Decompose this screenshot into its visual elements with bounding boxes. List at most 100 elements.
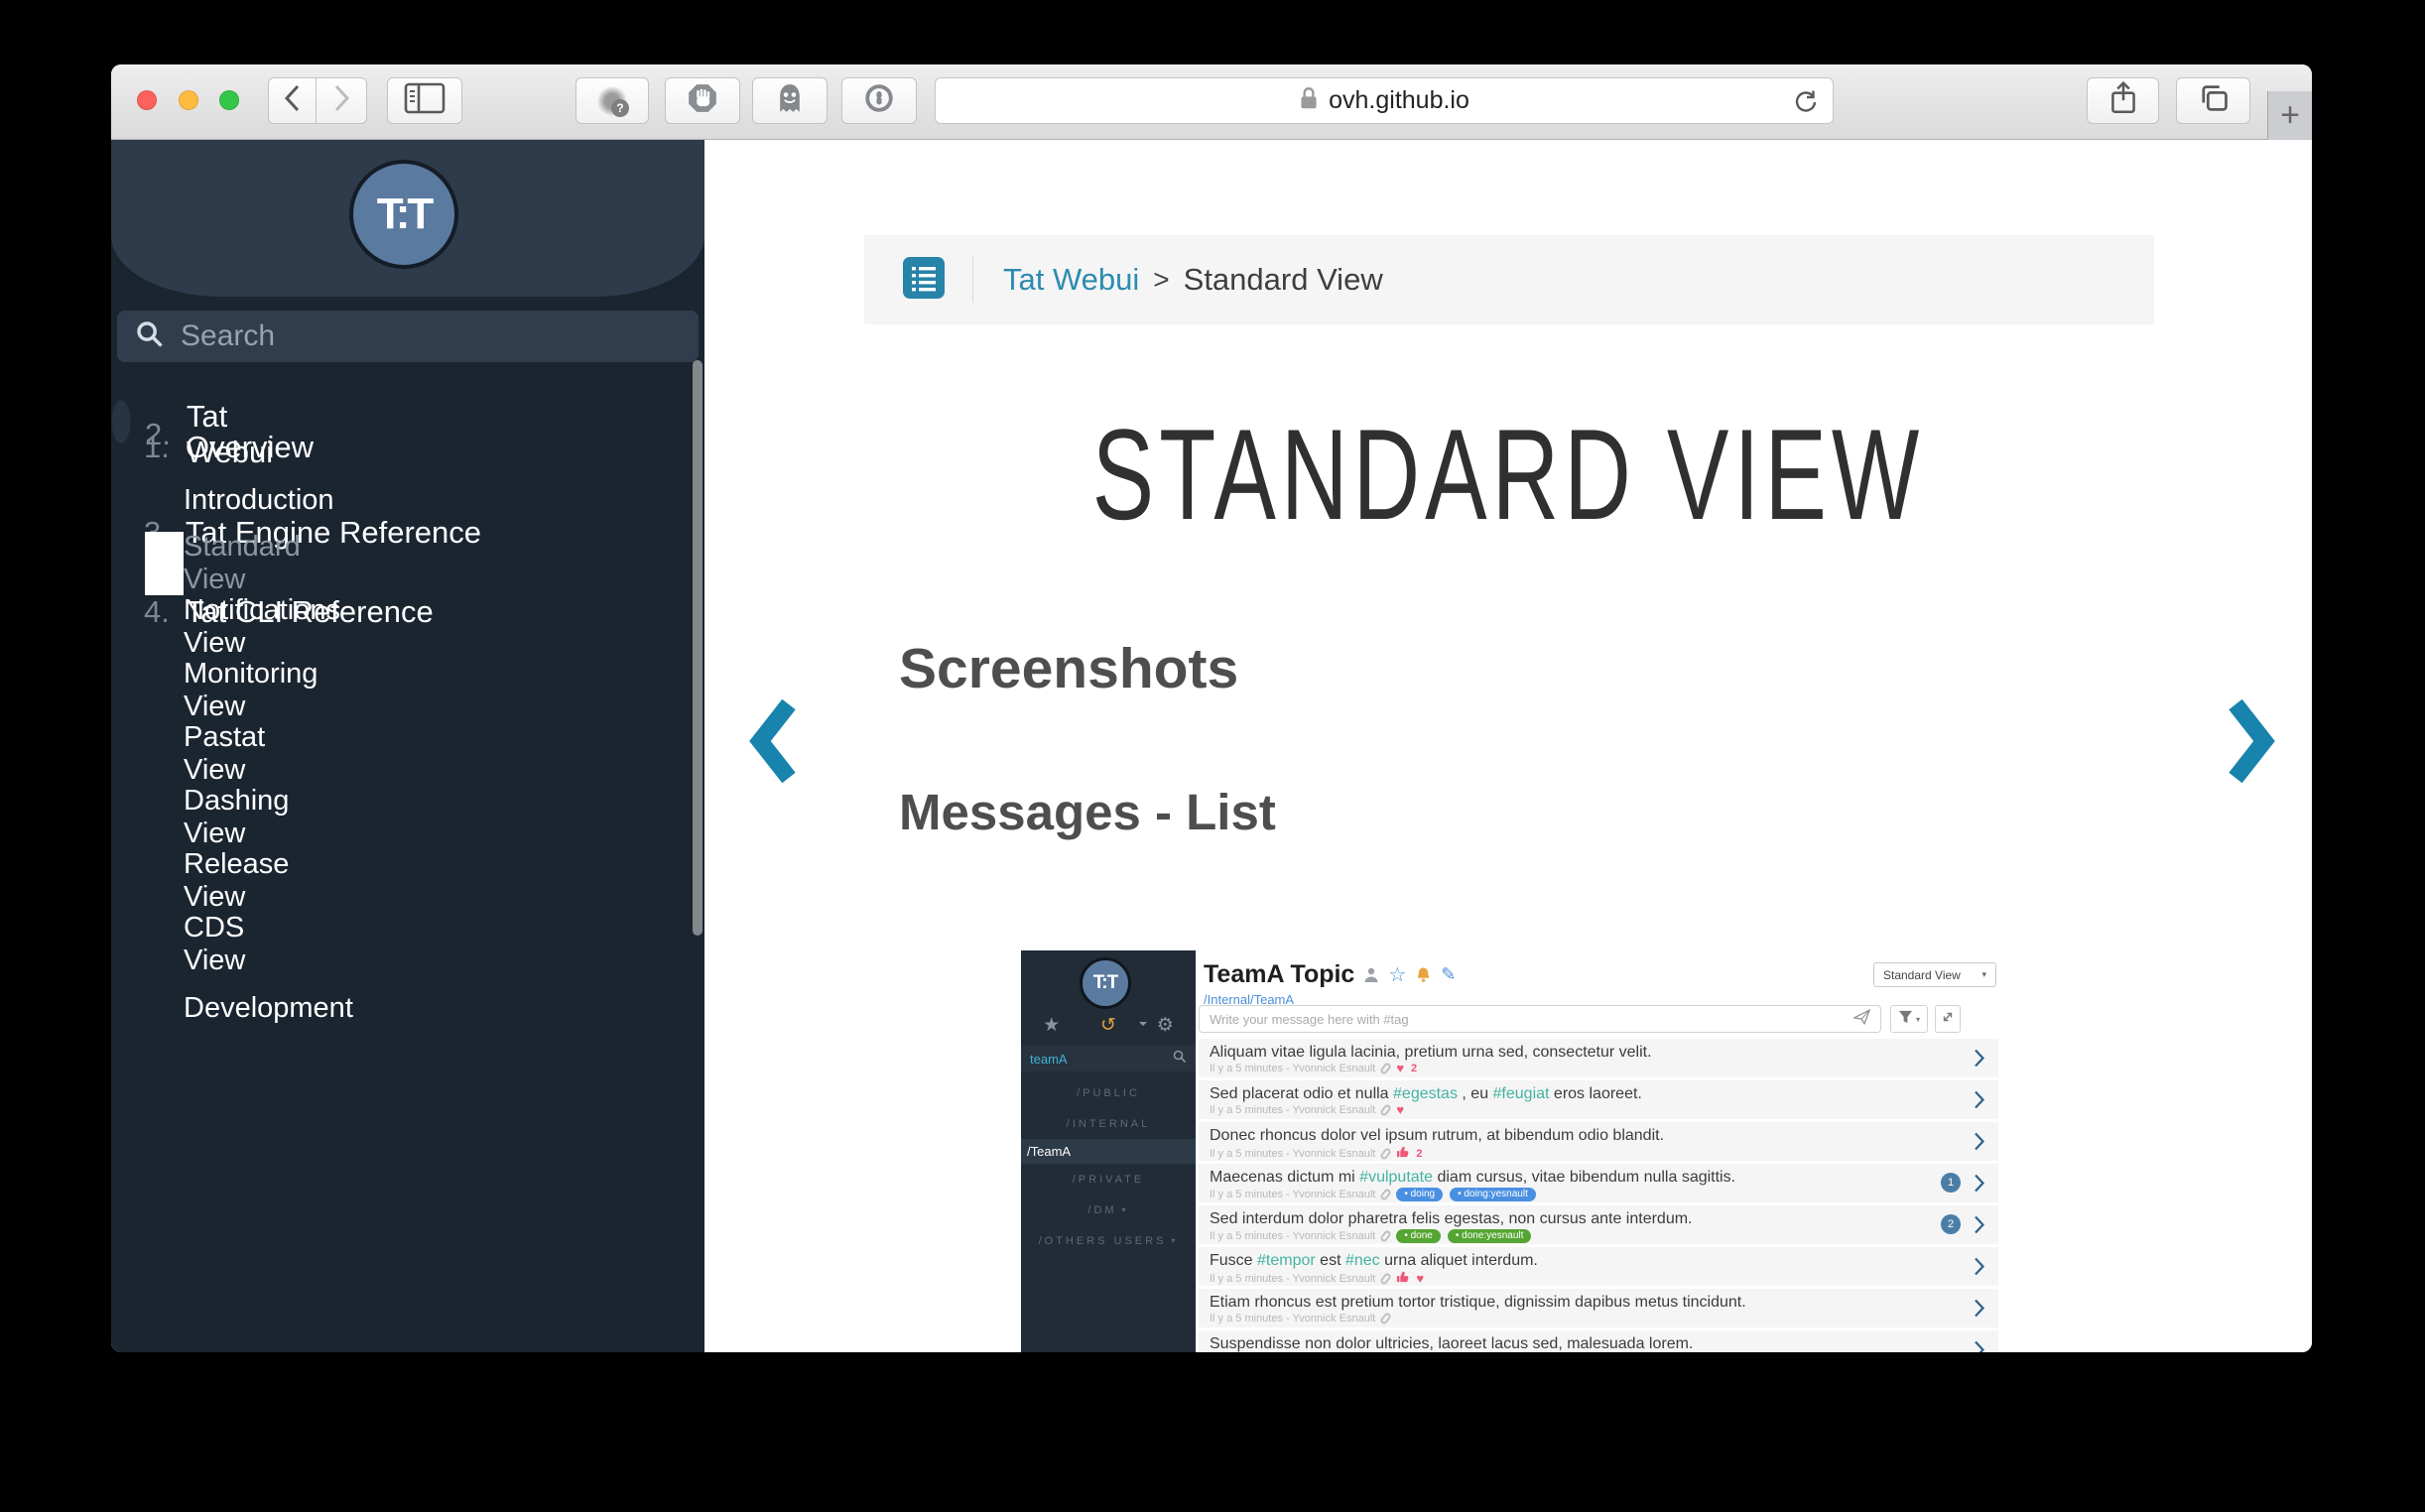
message-segment: urna aliquet interdum. <box>1380 1252 1538 1269</box>
message-row[interactable]: Aliquam vitae ligula lacinia, pretium ur… <box>1199 1039 1998 1077</box>
breadcrumb: Tat Webui > Standard View <box>864 235 2154 324</box>
topic-item-private[interactable]: /PRIVATE <box>1021 1164 1196 1195</box>
sidebar-subitem-cds-view[interactable]: CDS View <box>112 913 184 976</box>
message-meta: Il y a 5 minutes - Yvonnick Esnault• don… <box>1210 1229 1939 1243</box>
sidebar-subitem-release-view[interactable]: Release View <box>112 849 184 913</box>
zoom-window-button[interactable] <box>219 90 239 110</box>
screenshot-logo-text: T:T <box>1093 972 1117 994</box>
chevron-right-icon[interactable] <box>1975 1257 1984 1281</box>
message-row[interactable]: Sed placerat odio et nulla #egestas , eu… <box>1199 1080 1998 1119</box>
stop-hand-icon <box>688 83 717 118</box>
reload-button[interactable] <box>1791 87 1821 122</box>
hashtag: #feugiat <box>1493 1085 1550 1102</box>
breadcrumb-current: Standard View <box>1184 262 1383 298</box>
composer-input[interactable] <box>1210 1012 1853 1027</box>
message-row[interactable]: Fusce #tempor est #nec urna aliquet inte… <box>1199 1247 1998 1286</box>
topic-label: /DM <box>1087 1204 1116 1216</box>
topic-item-internal[interactable]: /INTERNAL <box>1021 1108 1196 1139</box>
sidebar-toggle-button[interactable] <box>387 77 462 124</box>
chevron-right-icon[interactable] <box>1975 1090 1984 1114</box>
safari-window: ? <box>111 64 2312 1352</box>
chevron-right-icon[interactable] <box>1975 1299 1984 1323</box>
thumb-up-icon <box>1396 1146 1409 1161</box>
forward-button[interactable] <box>316 77 367 124</box>
topic-item-public[interactable]: /PUBLIC <box>1021 1077 1196 1108</box>
star-icon: ★ <box>1043 1016 1060 1036</box>
extension-blur-button[interactable]: ? <box>575 77 649 124</box>
reaction-count: 2 <box>1416 1148 1422 1160</box>
new-tab-button[interactable]: + <box>2267 91 2312 140</box>
search-input[interactable] <box>181 319 657 353</box>
sidebar-subitem-notifications-view[interactable]: Notifications View <box>112 595 184 659</box>
message-segment: eros laoreet. <box>1549 1085 1641 1102</box>
screenshot-tat-logo: T:T <box>1080 957 1131 1009</box>
sidebar-icon <box>404 82 446 119</box>
message-composer[interactable] <box>1199 1005 1881 1033</box>
sidebar-subitem-monitoring-view[interactable]: Monitoring View <box>112 659 184 722</box>
chevron-right-icon[interactable] <box>1975 1174 1984 1197</box>
sidebar-subitem-introduction[interactable]: Introduction <box>112 468 184 532</box>
filter-button[interactable]: ▾ <box>1890 1005 1928 1033</box>
pencil-icon: ✎ <box>1441 964 1456 985</box>
message-row[interactable]: Donec rhoncus dolor vel ipsum rutrum, at… <box>1199 1122 1998 1161</box>
chevron-right-icon[interactable] <box>1975 1215 1984 1239</box>
sidebar-subitem-development[interactable]: Development <box>112 976 184 1040</box>
thumb-up-icon <box>1396 1271 1409 1286</box>
sidebar-item-number: 2. <box>145 417 171 452</box>
url-text: ovh.github.io <box>1329 86 1469 115</box>
heart-icon: ♥ <box>1396 1063 1404 1074</box>
favorite-star-icon: ☆ <box>1388 962 1406 987</box>
sidebar-search[interactable] <box>117 311 699 362</box>
message-timestamp-author: Il y a 5 minutes - Yvonnick Esnault <box>1210 1148 1375 1160</box>
extension-adblock-button[interactable] <box>665 77 740 124</box>
chevron-right-icon[interactable] <box>1975 1340 1984 1352</box>
hashtag: #nec <box>1345 1252 1380 1269</box>
search-icon <box>135 319 165 354</box>
chevron-right-icon <box>329 81 353 120</box>
small-search-icon <box>1173 1050 1187 1069</box>
message-segment: Suspendisse non dolor ultricies, laoreet… <box>1210 1335 1693 1352</box>
close-window-button[interactable] <box>137 90 157 110</box>
reply-count-badge: 1 <box>1941 1173 1961 1193</box>
tab-overview-button[interactable] <box>2176 77 2250 124</box>
breadcrumb-parent-link[interactable]: Tat Webui <box>1003 262 1139 298</box>
expand-button[interactable] <box>1935 1005 1961 1033</box>
topic-item-dm[interactable]: /DM▾ <box>1021 1195 1196 1225</box>
next-page-arrow[interactable] <box>2225 697 2276 790</box>
sidebar-scrollbar-thumb[interactable] <box>693 360 702 936</box>
page-content: Tat Webui > Standard View STANDARD VIEW … <box>704 140 2312 1352</box>
topic-label: /PRIVATE <box>1073 1174 1145 1186</box>
previous-page-arrow[interactable] <box>748 697 800 790</box>
chevron-right-icon[interactable] <box>1975 1049 1984 1072</box>
sidebar-item-tat-webui[interactable]: 2.Tat Webui <box>112 401 145 468</box>
label-chip[interactable]: • done <box>1396 1229 1441 1243</box>
share-button[interactable] <box>2087 77 2159 124</box>
chevron-right-icon[interactable] <box>1975 1132 1984 1156</box>
sidebar-subitem-dashing-view[interactable]: Dashing View <box>112 786 184 849</box>
paperclip-icon <box>1379 1103 1392 1117</box>
paperclip-icon <box>1379 1312 1392 1325</box>
label-chip[interactable]: • done:yesnault <box>1448 1229 1532 1243</box>
heart-icon: ♥ <box>1396 1104 1404 1116</box>
sidebar-subitem-standard-view[interactable]: Standard View <box>145 532 184 595</box>
topic-label: /PUBLIC <box>1077 1087 1140 1099</box>
extension-ghostery-button[interactable] <box>752 77 828 124</box>
message-row[interactable]: Maecenas dictum mi #vulputate diam cursu… <box>1199 1164 1998 1202</box>
extension-1password-button[interactable] <box>841 77 917 124</box>
minimize-window-button[interactable] <box>179 90 198 110</box>
label-chip[interactable]: • doing <box>1396 1188 1443 1201</box>
label-chip[interactable]: • doing:yesnault <box>1450 1188 1536 1201</box>
view-selector-dropdown[interactable]: Standard View ▾ <box>1873 962 1996 987</box>
message-row[interactable]: Etiam rhoncus est pretium tortor tristiq… <box>1199 1289 1998 1327</box>
message-meta: Il y a 5 minutes - Yvonnick Esnault <box>1210 1313 1939 1324</box>
topic-item-othersusers[interactable]: /OTHERS USERS▾ <box>1021 1225 1196 1256</box>
message-row[interactable]: Suspendisse non dolor ultricies, laoreet… <box>1199 1330 1998 1352</box>
message-row[interactable]: Sed interdum dolor pharetra felis egesta… <box>1199 1205 1998 1244</box>
back-button[interactable] <box>268 77 317 124</box>
topic-item-teama[interactable]: /TeamA <box>1021 1139 1196 1164</box>
resize-arrows-icon <box>1941 1010 1955 1029</box>
message-meta: Il y a 5 minutes - Yvonnick Esnault• doi… <box>1210 1188 1939 1201</box>
message-text: Sed placerat odio et nulla #egestas , eu… <box>1210 1085 1939 1102</box>
address-bar[interactable]: ovh.github.io <box>935 77 1834 124</box>
sidebar-subitem-pastat-view[interactable]: Pastat View <box>112 722 184 786</box>
